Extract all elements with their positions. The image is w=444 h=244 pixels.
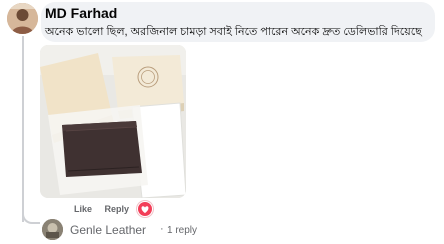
- view-replies-link[interactable]: 1 reply: [167, 225, 197, 236]
- heart-icon: [141, 206, 149, 213]
- comment-thread: MD Farhad অনেক ভালো ছিল, অরজিনাল চামড়া …: [0, 0, 444, 244]
- user-avatar[interactable]: [7, 3, 38, 34]
- comment-text: অনেক ভালো ছিল, অরজিনাল চামড়া সবাই নিতে …: [45, 26, 422, 38]
- page-avatar[interactable]: [42, 219, 63, 240]
- comment-actions: Like Reply: [74, 204, 139, 214]
- page-avatar-icon: [42, 219, 63, 240]
- user-avatar-photo-icon: [7, 3, 38, 34]
- wallet-product-photo-icon: [40, 45, 186, 198]
- thread-connector: [22, 208, 40, 224]
- comment-photo[interactable]: [40, 45, 186, 198]
- reply-author[interactable]: Genle Leather: [70, 223, 146, 237]
- like-button[interactable]: Like: [74, 204, 92, 214]
- comment-author[interactable]: MD Farhad: [45, 5, 117, 21]
- reply-separator: ·: [160, 223, 164, 235]
- thread-line: [22, 36, 24, 222]
- love-reaction-icon[interactable]: [137, 201, 153, 217]
- reply-button[interactable]: Reply: [105, 204, 130, 214]
